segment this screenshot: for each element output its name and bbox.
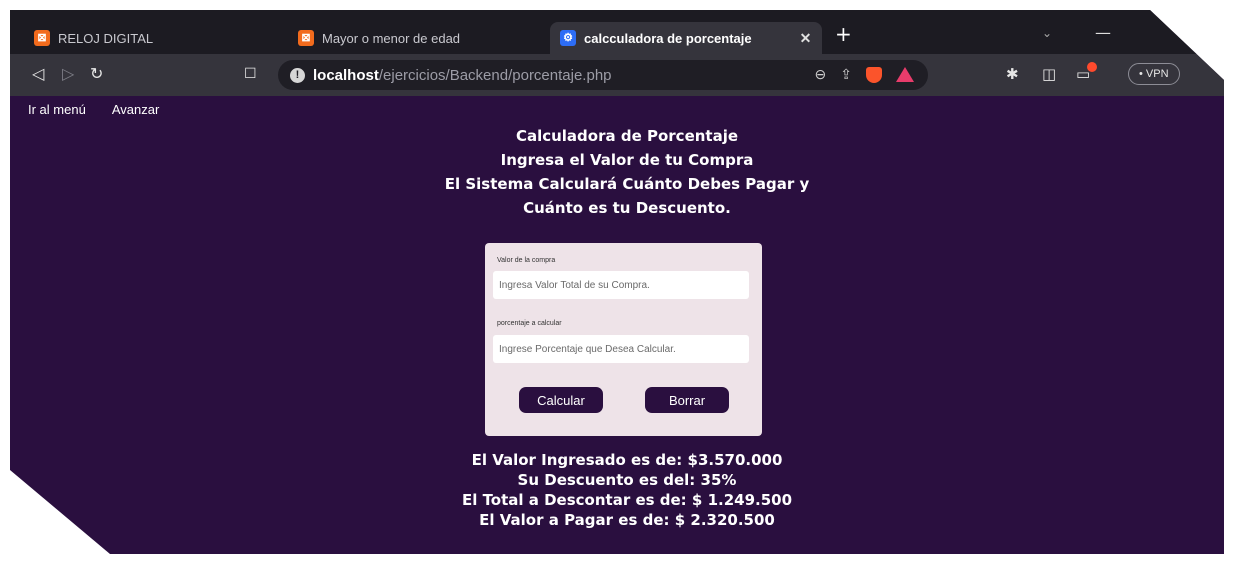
bookmark-icon[interactable]: ☐ <box>244 64 257 84</box>
result-line: El Valor a Pagar es de: $ 2.320.500 <box>479 511 775 529</box>
calculate-button[interactable]: Calcular <box>519 387 603 413</box>
top-nav: Ir al menú Avanzar <box>28 102 159 117</box>
percent-input[interactable] <box>493 335 749 363</box>
chevron-down-icon[interactable]: ⌄ <box>1042 26 1052 40</box>
brave-shields-icon[interactable] <box>866 66 882 83</box>
page-heading: Calculadora de Porcentaje Ingresa el Val… <box>10 124 1224 220</box>
vpn-button[interactable]: • VPN <box>1128 63 1180 85</box>
reload-icon[interactable]: ↻ <box>90 64 103 84</box>
heading-line: Ingresa el Valor de tu Compra <box>500 151 754 169</box>
menu-link[interactable]: Ir al menú <box>28 102 86 117</box>
back-icon[interactable]: ◁ <box>32 64 44 84</box>
result-line: El Total a Descontar es de: $ 1.249.500 <box>461 491 793 509</box>
brave-rewards-icon[interactable] <box>896 67 914 82</box>
extensions-icon[interactable]: ✱ <box>1006 65 1019 83</box>
tab-reloj-digital[interactable]: ⊠ RELOJ DIGITAL <box>24 22 163 54</box>
minimize-icon[interactable]: — <box>1095 23 1111 42</box>
amount-label: Valor de la compra <box>497 257 556 264</box>
notification-badge <box>1087 62 1097 72</box>
tab-porcentaje[interactable]: ⚙ calcculadora de porcentaje ✕ <box>550 22 822 54</box>
xampp-icon: ⊠ <box>298 30 314 46</box>
page-favicon-icon: ⚙ <box>560 30 576 46</box>
zoom-icon[interactable]: ⊖ <box>815 66 827 83</box>
address-bar-tools: ⊖ ⇪ <box>815 66 914 83</box>
tab-title: calcculadora de porcentaje <box>584 30 752 46</box>
sidebar-icon[interactable]: ◫ <box>1042 65 1056 83</box>
forward-icon[interactable]: ▷ <box>62 64 74 84</box>
navigation-bar: ◁ ▷ ↻ ☐ ! localhost /ejercicios/Backend/… <box>10 54 1224 96</box>
result-line: Su Descuento es del: 35% <box>517 471 737 489</box>
address-bar[interactable]: ! localhost /ejercicios/Backend/porcenta… <box>278 60 928 90</box>
tab-title: Mayor o menor de edad <box>322 30 461 46</box>
browser-window: ⊠ RELOJ DIGITAL ⊠ Mayor o menor de edad … <box>10 10 1224 554</box>
clear-button[interactable]: Borrar <box>645 387 729 413</box>
xampp-icon: ⊠ <box>34 30 50 46</box>
share-icon[interactable]: ⇪ <box>840 66 852 83</box>
calculator-form: Valor de la compra porcentaje a calcular… <box>485 243 762 436</box>
page-content: Ir al menú Avanzar Calculadora de Porcen… <box>10 96 1224 554</box>
heading-line: Calculadora de Porcentaje <box>515 127 739 145</box>
tab-strip: ⊠ RELOJ DIGITAL ⊠ Mayor o menor de edad … <box>10 10 1224 54</box>
new-tab-icon[interactable]: + <box>835 24 852 44</box>
amount-input[interactable] <box>493 271 749 299</box>
result-line: El Valor Ingresado es de: $3.570.000 <box>471 451 783 469</box>
site-info-icon[interactable]: ! <box>290 67 305 83</box>
percent-label: porcentaje a calcular <box>497 320 562 327</box>
tab-mayor-menor[interactable]: ⊠ Mayor o menor de edad <box>288 22 470 54</box>
results: El Valor Ingresado es de: $3.570.000 Su … <box>10 450 1224 530</box>
heading-line: Cuánto es tu Descuento. <box>523 199 731 217</box>
next-link[interactable]: Avanzar <box>112 102 159 117</box>
url-path: /ejercicios/Backend/porcentaje.php <box>378 66 612 84</box>
close-tab-icon[interactable]: ✕ <box>800 30 812 47</box>
url-host: localhost <box>313 66 379 84</box>
heading-line: El Sistema Calculará Cuánto Debes Pagar … <box>444 175 810 193</box>
tab-title: RELOJ DIGITAL <box>58 30 154 46</box>
